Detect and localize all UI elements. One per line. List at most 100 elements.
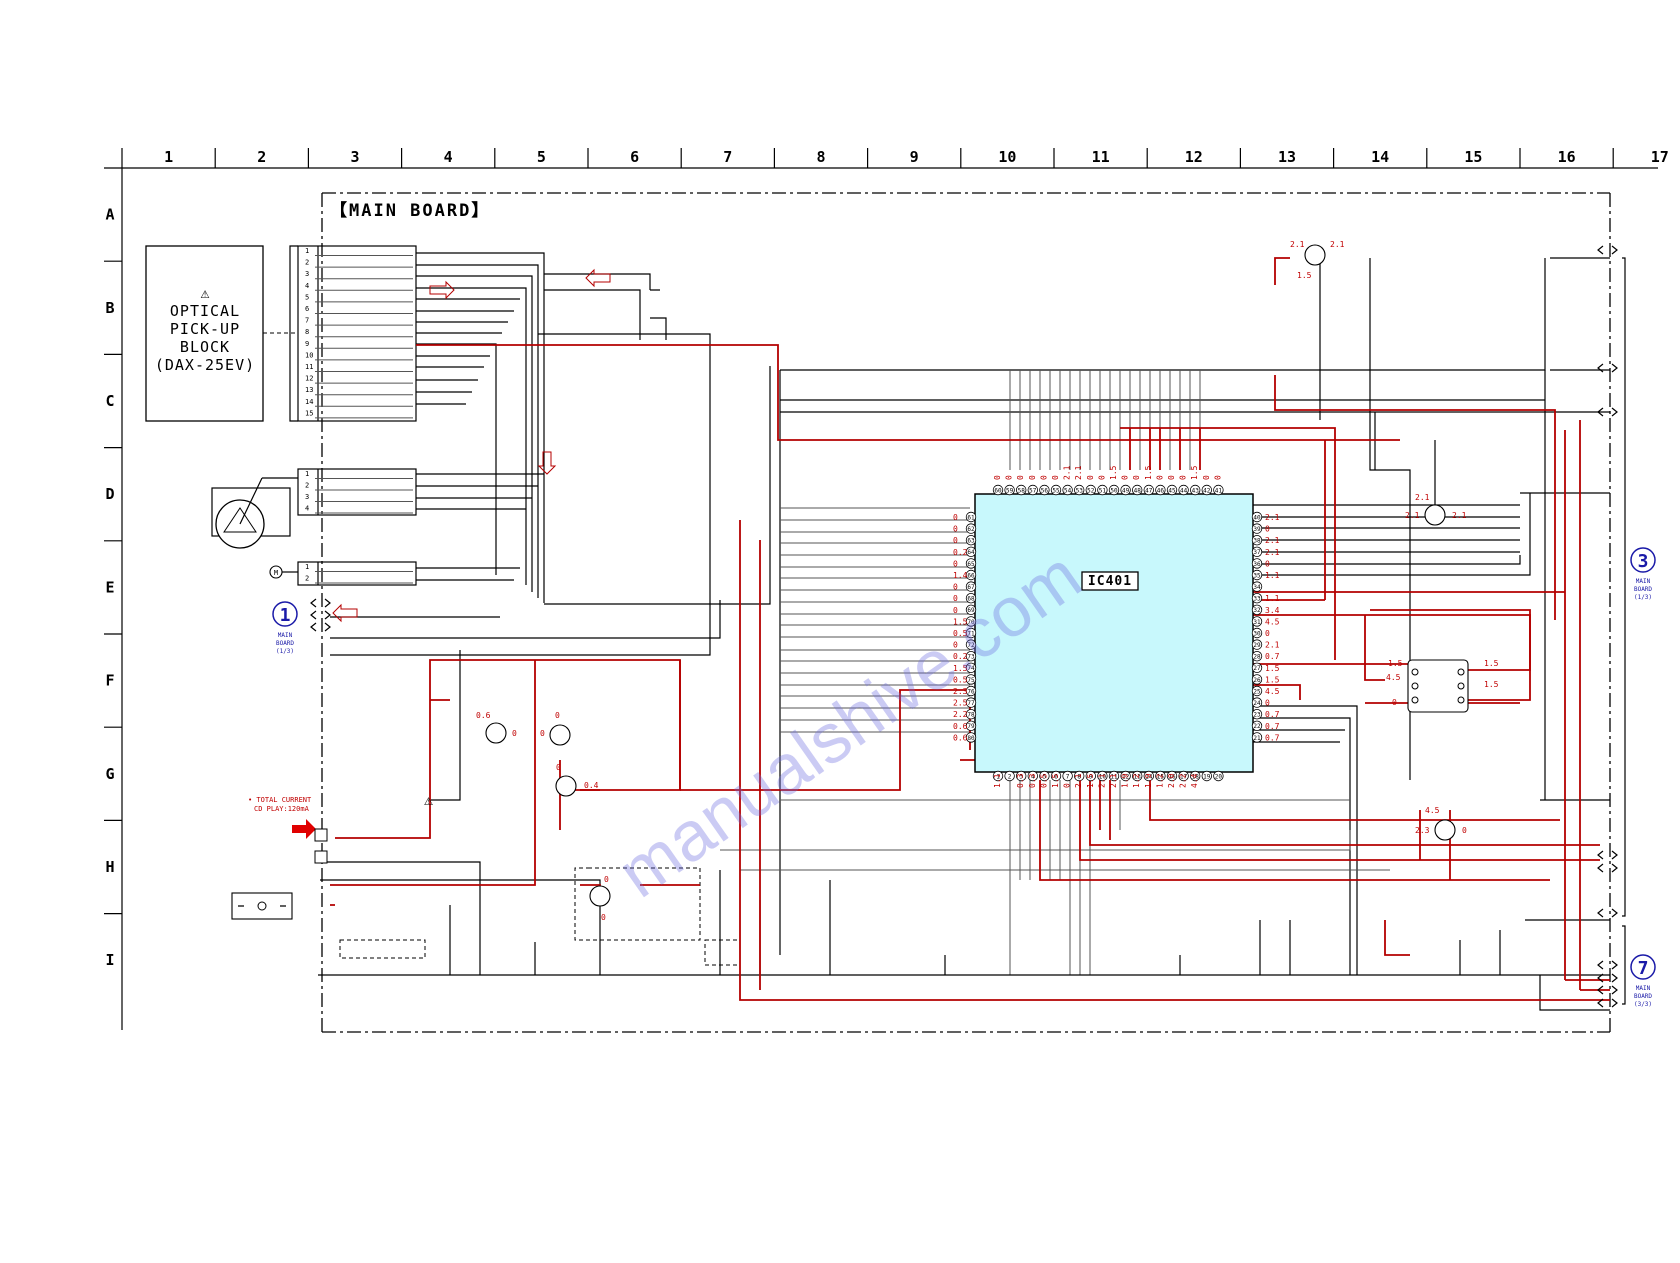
reg-volt-1: 1.5 (1388, 659, 1403, 668)
column-label: 4 (444, 148, 453, 166)
connector-pin: 4 (305, 505, 309, 513)
ic-pin-voltage: 0 (1179, 475, 1188, 480)
connector-pin: 4 (305, 282, 309, 290)
ic-pin-number: 54 (1064, 487, 1072, 494)
ic-pin-number: 32 (1253, 607, 1261, 614)
q-mid-volt-3: 2.1 (1452, 511, 1467, 520)
ic-pin-number: 79 (967, 723, 975, 730)
q-f1-volt-1: 0.6 (476, 711, 491, 720)
ic-pin-number: 53 (1076, 487, 1084, 494)
ref-7-line-2: BOARD (1634, 993, 1652, 1000)
ic-pin-voltage: 0.6 (953, 733, 968, 742)
connector-pin: 10 (305, 351, 313, 359)
ic-pin-number: 19 (1203, 773, 1211, 780)
ic-pin-number: 24 (1253, 700, 1261, 707)
connector-pin: 15 (305, 409, 313, 417)
ic-pin-number: 40 (1253, 514, 1261, 521)
edge-connector (1597, 245, 1618, 255)
ic-pin-number: 77 (967, 700, 975, 707)
ic-pin-number: 20 (1215, 773, 1223, 780)
ic-pin-number: 42 (1203, 487, 1211, 494)
optical-block-line-3: BLOCK (180, 338, 230, 356)
ic-pin-voltage: 1.9 (1121, 773, 1130, 788)
ic-pin-voltage: 4.5 (1265, 687, 1280, 696)
ic-pin-voltage: 0.3 (1028, 773, 1037, 788)
column-label: 5 (537, 148, 546, 166)
ref-3-line-1: MAIN (1636, 578, 1651, 585)
ic-pin-number: 23 (1253, 712, 1261, 719)
column-label: 14 (1371, 148, 1389, 166)
ic-pin-number: 45 (1168, 487, 1176, 494)
ic-pin-number: 37 (1253, 549, 1261, 556)
ic-pin-voltage: 1.5 (1051, 773, 1060, 788)
ic-pin-voltage: 2.1 (1265, 513, 1280, 522)
connector-pin: 2 (305, 482, 309, 490)
connector-2pin: 12 (297, 561, 417, 586)
q-g-volt-2: 0.4 (584, 781, 599, 790)
ic-pin-number: 64 (967, 549, 975, 556)
ic-pin-voltage: 2.2 (1179, 773, 1188, 788)
column-labels: 1 2 3 4 5 6 7 8 9 10 11 12 13 14 15 16 17 (164, 148, 1669, 166)
ic-pin-voltage: 2.1 (1063, 465, 1072, 480)
ic-pin-number: 39 (1253, 526, 1261, 533)
ic-pin-number: 66 (967, 572, 975, 579)
q-f2-volt-2: 0 (540, 729, 545, 738)
ic-pin-voltage: 0.2 (953, 548, 968, 557)
ic-pin-voltage: 0 (1063, 783, 1072, 788)
ic-pin-voltage: 0.6 (953, 722, 968, 731)
connector-15pin: 123456789101112131415 (297, 245, 417, 422)
ref-7-line-3: (3/3) (1634, 1001, 1652, 1008)
column-label: 13 (1278, 148, 1296, 166)
column-label: 12 (1185, 148, 1203, 166)
ic-pin-voltage: 0.7 (1265, 652, 1280, 661)
ic-pin-voltage: 1.9 (1144, 773, 1153, 788)
edge-connector (1597, 863, 1618, 873)
optical-block-line-4: (DAX-25EV) (155, 356, 255, 374)
ref-7-num: 7 (1638, 958, 1649, 979)
edge-connector (310, 622, 331, 632)
column-label: 2 (257, 148, 266, 166)
q-g-volt-1: 0 (556, 763, 561, 772)
ic-pin-voltage: 1.5 (1265, 675, 1280, 684)
optical-block-line-1: OPTICAL (170, 302, 240, 320)
ic-pin-number: 48 (1134, 487, 1142, 494)
row-label: A (105, 206, 114, 224)
grid-frame (104, 148, 1658, 1030)
ic-pin-voltage: 4.4 (1190, 773, 1199, 788)
edge-connector (1597, 960, 1618, 970)
ic-pin-number: 56 (1041, 487, 1049, 494)
row-label: F (105, 672, 114, 690)
edge-connector (1597, 908, 1618, 918)
edge-connector (1597, 850, 1618, 860)
ic-pin-voltage: 0 (1028, 475, 1037, 480)
connector-pin: 12 (305, 375, 313, 383)
ref-main-board-3: 3 MAIN BOARD (1/3) (1630, 547, 1656, 601)
ic-pin-number: 65 (967, 561, 975, 568)
sled-motor (211, 477, 298, 549)
warning-icon: ⚠ (424, 791, 433, 809)
ref-1-num: 1 (280, 605, 291, 626)
column-label: 6 (630, 148, 639, 166)
ref-main-board-1: 1 MAIN BOARD (1/3) (272, 601, 298, 655)
ic-pin-voltage: 2.1 (1265, 641, 1280, 650)
connector-pin: 8 (305, 328, 309, 336)
row-label: I (105, 951, 114, 969)
ic-pin-voltage: 0 (1265, 559, 1270, 568)
ic-pin-number: 59 (1006, 487, 1014, 494)
connector-4pin: 1 2 3 4 (297, 468, 417, 516)
row-label: C (105, 392, 114, 410)
connector-pin: 14 (305, 398, 313, 406)
connector-pin: 2 (305, 259, 309, 267)
column-label: 7 (723, 148, 732, 166)
connector-pin: 5 (305, 293, 309, 301)
ic-pin-voltage: 2.1 (1074, 465, 1083, 480)
ic-pin-voltage: 0 (953, 525, 958, 534)
ic-pin-voltage: 1.4 (953, 571, 968, 580)
ic-pin-voltage: 0 (953, 559, 958, 568)
ref-3-num: 3 (1638, 551, 1649, 572)
ic-pin-number: 33 (1253, 596, 1261, 603)
ic-pin-number: 30 (1253, 630, 1261, 637)
ref-3-line-2: BOARD (1634, 586, 1652, 593)
ic-pin-voltage: 0 (1202, 475, 1211, 480)
board-title: 【MAIN BOARD】 (330, 200, 490, 221)
